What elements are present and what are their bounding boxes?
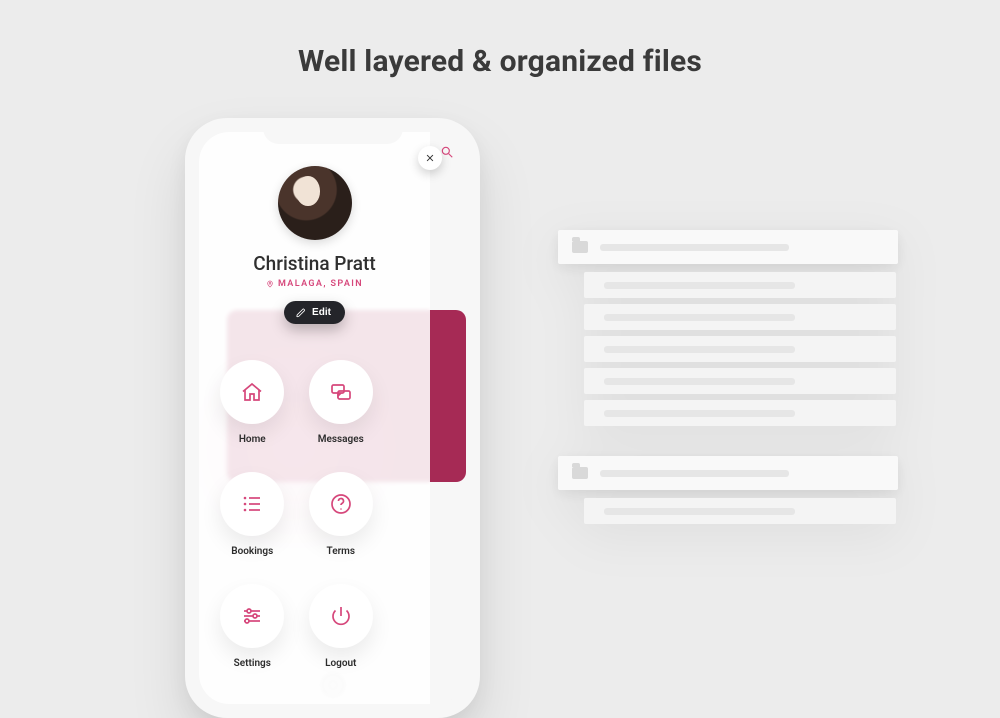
settings-icon (240, 604, 264, 628)
folder-icon (572, 241, 588, 253)
pin-icon (266, 279, 274, 289)
menu-settings[interactable]: Settings (217, 584, 288, 688)
phone-screen: Christina Pratt MALAGA, SPAIN Edit Home (199, 132, 466, 704)
menu-grid: Home Messages Bookings Terms Settings (217, 360, 376, 690)
placeholder-line (604, 314, 795, 321)
menu-home[interactable]: Home (217, 360, 288, 464)
bookings-icon (240, 492, 264, 516)
placeholder-line (604, 346, 795, 353)
edit-button-label: Edit (312, 307, 331, 318)
logout-icon (329, 604, 353, 628)
phone-notch (263, 118, 403, 144)
placeholder-line (604, 282, 795, 289)
layer-row[interactable] (584, 336, 896, 362)
layer-row[interactable] (584, 272, 896, 298)
menu-terms[interactable]: Terms (306, 472, 377, 576)
menu-label: Logout (325, 658, 356, 669)
search-icon[interactable] (440, 144, 454, 163)
layers-panel (558, 230, 898, 524)
pencil-icon (296, 308, 306, 318)
edit-button[interactable]: Edit (284, 301, 345, 324)
menu-messages[interactable]: Messages (306, 360, 377, 464)
placeholder-line (600, 470, 789, 477)
home-icon (240, 380, 264, 404)
phone-frame: Christina Pratt MALAGA, SPAIN Edit Home (185, 118, 480, 718)
page-headline: Well layered & organized files (0, 44, 1000, 79)
menu-label: Messages (318, 434, 364, 445)
menu-label: Bookings (231, 546, 273, 557)
placeholder-line (604, 410, 795, 417)
layer-row[interactable] (584, 400, 896, 426)
menu-logout[interactable]: Logout (306, 584, 377, 688)
terms-icon (329, 492, 353, 516)
profile-block: Christina Pratt MALAGA, SPAIN Edit (199, 166, 430, 324)
side-drawer: Christina Pratt MALAGA, SPAIN Edit Home (199, 132, 430, 704)
user-name: Christina Pratt (253, 252, 375, 275)
messages-icon (329, 380, 353, 404)
avatar[interactable] (278, 166, 352, 240)
folder-row[interactable] (558, 230, 898, 264)
user-location-text: MALAGA, SPAIN (278, 279, 363, 289)
menu-label: Terms (327, 546, 356, 557)
layer-row[interactable] (584, 368, 896, 394)
layer-row[interactable] (584, 498, 896, 524)
placeholder-line (604, 378, 795, 385)
menu-label: Settings (234, 658, 271, 669)
folder-icon (572, 467, 588, 479)
placeholder-line (604, 508, 795, 515)
user-location: MALAGA, SPAIN (266, 279, 363, 289)
placeholder-line (600, 244, 789, 251)
menu-label: Home (239, 434, 266, 445)
menu-bookings[interactable]: Bookings (217, 472, 288, 576)
layer-row[interactable] (584, 304, 896, 330)
folder-row[interactable] (558, 456, 898, 490)
